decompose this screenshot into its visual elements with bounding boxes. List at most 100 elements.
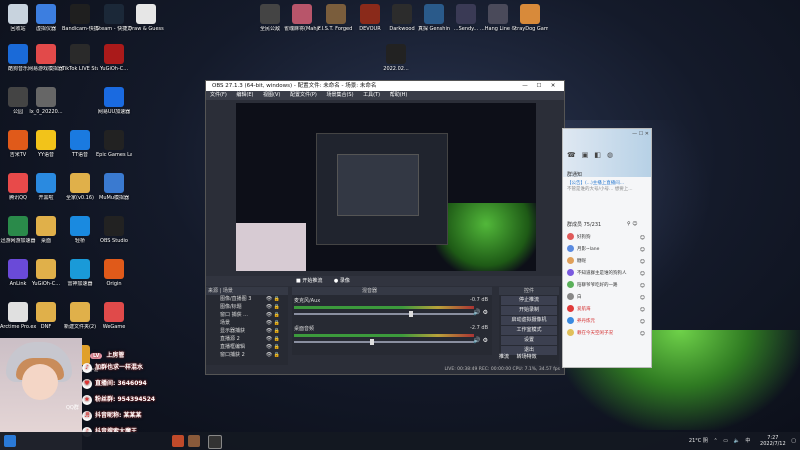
desktop-icon[interactable]: DNF bbox=[28, 302, 64, 330]
menu-view[interactable]: 视图(V) bbox=[263, 92, 280, 98]
volume-icon[interactable]: 🔈 bbox=[734, 438, 740, 444]
volume-knob[interactable] bbox=[409, 311, 414, 317]
member-row[interactable]: 月影~lane ☺ bbox=[567, 245, 647, 255]
desktop-icon[interactable]: 全家(v0.16) bbox=[62, 173, 98, 201]
obs-title-bar[interactable]: OBS 27.1.3 (64-bit, windows) - 配置文件: 未命名… bbox=[206, 81, 564, 91]
notification-icon[interactable]: ▢ bbox=[791, 438, 796, 444]
desktop-icon[interactable]: Steam - 快捷方式 bbox=[96, 4, 132, 32]
desktop-icon[interactable]: 桌面 bbox=[28, 216, 64, 244]
member-row[interactable]: 好狗狗 ☺ bbox=[567, 233, 647, 243]
member-row[interactable]: 爱航海 ☺ bbox=[567, 305, 647, 315]
desktop-icon[interactable]: Origin bbox=[96, 259, 132, 287]
settings-button[interactable]: 设置 bbox=[501, 336, 557, 345]
eye-lock-icon[interactable]: 👁 🔒 bbox=[266, 351, 280, 359]
record-toggle[interactable]: ● 录像 bbox=[334, 278, 350, 284]
minimize-button[interactable]: — bbox=[518, 81, 532, 91]
source-row[interactable]: 窗口捕获 2 👁 🔒 bbox=[206, 351, 288, 359]
start-recording-button[interactable]: 开始录制 bbox=[501, 306, 557, 315]
search-user-icon[interactable]: ⚲ ☺ bbox=[627, 221, 637, 227]
screen-share-icon[interactable]: ▣ bbox=[582, 151, 589, 159]
desktop-icon[interactable]: YY语音 bbox=[28, 130, 64, 158]
member-row[interactable]: 赖在今天空闲子况 ☺ bbox=[567, 329, 647, 339]
source-row[interactable]: 窗口 捕获 ... 👁 🔒 bbox=[206, 311, 288, 319]
tray-arrow-icon[interactable]: ⌃ bbox=[713, 438, 717, 444]
app-icon[interactable]: ◍ bbox=[607, 151, 613, 159]
volume-slider[interactable] bbox=[294, 313, 474, 315]
maximize-button[interactable]: ☐ bbox=[532, 81, 546, 91]
desktop-icon[interactable]: StrayDog Game bbox=[512, 4, 548, 32]
desktop-icon[interactable]: WeGame bbox=[96, 302, 132, 330]
desktop-icon[interactable]: ...Sendy... bbox=[448, 4, 484, 32]
desktop-icon[interactable]: 全民公敌 bbox=[252, 4, 288, 32]
volume-knob[interactable] bbox=[369, 339, 374, 345]
desktop-icon[interactable]: 2022.02... bbox=[378, 44, 414, 72]
clock[interactable]: 7:27 2022/7/12 bbox=[756, 435, 786, 447]
menu-edit[interactable]: 编辑(E) bbox=[236, 92, 253, 98]
desktop-icon[interactable]: 网易游戏模拟器工具 bbox=[28, 44, 64, 72]
desktop-icon[interactable]: 开黑啦 bbox=[28, 173, 64, 201]
desktop-icon[interactable]: F.I.S.T. Forged ... bbox=[318, 4, 354, 32]
menu-help[interactable]: 帮助(H) bbox=[390, 92, 408, 98]
desktop-icon[interactable]: 轻桥 bbox=[62, 216, 98, 244]
virtual-camera-button[interactable]: 启动虚拟摄像机 bbox=[501, 316, 557, 325]
phone-icon[interactable]: ☎ bbox=[567, 151, 576, 159]
eye-lock-icon[interactable]: 👁 🔒 bbox=[266, 335, 280, 343]
desktop-icon[interactable]: YuGiOh-C... bbox=[28, 259, 64, 287]
desktop-icon[interactable]: lx_0_20220... bbox=[28, 87, 64, 115]
member-row[interactable]: 白 ☺ bbox=[567, 293, 647, 303]
weather-widget[interactable]: 21°C 阴 bbox=[689, 438, 708, 444]
source-row[interactable]: 直播源 2 👁 🔒 bbox=[206, 335, 288, 343]
speaker-gear-icon[interactable]: 🔊 ⚙ bbox=[473, 309, 488, 316]
chat-minimize[interactable]: — bbox=[632, 131, 637, 137]
desktop-icon[interactable]: Epic Games Launcher bbox=[96, 130, 132, 158]
desktop-icon[interactable]: 雷神加速器 bbox=[62, 259, 98, 287]
group-notice[interactable]: 【公告】(...)主播上直播间... 不管是谁的大号/小号... 想要上... bbox=[567, 181, 647, 193]
eye-lock-icon[interactable]: 👁 🔒 bbox=[266, 303, 280, 311]
desktop-icon[interactable]: YuGiOh-C... bbox=[96, 44, 132, 72]
member-row[interactable]: 糖呢 ☺ bbox=[567, 257, 647, 267]
menu-tools[interactable]: 工具(T) bbox=[363, 92, 380, 98]
studio-mode-button[interactable]: 工作室模式 bbox=[501, 326, 557, 335]
taskbar-app-icon[interactable] bbox=[188, 435, 200, 447]
footer-transition-tab[interactable]: 转场特效 bbox=[517, 354, 537, 360]
taskbar-app-icon[interactable] bbox=[172, 435, 184, 447]
eye-lock-icon[interactable]: 👁 🔒 bbox=[266, 343, 280, 351]
source-row[interactable]: 图像/标题 👁 🔒 bbox=[206, 303, 288, 311]
obs-preview[interactable] bbox=[236, 103, 536, 271]
member-row[interactable]: 养丹炼元 ☺ bbox=[567, 317, 647, 327]
desktop-icon[interactable]: DEVOUR bbox=[352, 4, 388, 32]
start-stream-toggle[interactable]: ■ 开始推流 bbox=[296, 278, 322, 284]
member-row[interactable]: 不知道群主是谁的狗狗人 ☺ bbox=[567, 269, 647, 279]
eye-lock-icon[interactable]: 👁 🔒 bbox=[266, 295, 280, 303]
speaker-gear-icon[interactable]: 🔊 ⚙ bbox=[473, 337, 488, 344]
desktop-icon[interactable]: OBS Studio bbox=[96, 216, 132, 244]
desktop-icon[interactable]: Draw & Guess bbox=[128, 4, 164, 32]
desktop-icon[interactable]: MuMu模拟器 bbox=[96, 173, 132, 201]
obs-taskbar-icon[interactable] bbox=[208, 435, 222, 449]
desktop-icon[interactable]: TikTok LIVE Studio bbox=[62, 44, 98, 72]
desktop-icon[interactable]: 真探 Genshin bbox=[416, 4, 452, 32]
chat-close[interactable]: ✕ bbox=[645, 131, 649, 137]
desktop-icon[interactable]: Darkwood bbox=[384, 4, 420, 32]
window-icon[interactable]: ◧ bbox=[594, 151, 601, 159]
network-icon[interactable]: ▭ bbox=[723, 438, 728, 444]
source-row[interactable]: 图像/直播图 3 👁 🔒 bbox=[206, 295, 288, 303]
footer-stream-tab[interactable]: 推流 bbox=[499, 354, 509, 360]
menu-file[interactable]: 文件(F) bbox=[210, 92, 227, 98]
close-button[interactable]: ✕ bbox=[546, 81, 560, 91]
desktop-icon[interactable]: 网易UU加速器 bbox=[96, 87, 132, 115]
source-row[interactable]: 显示器捕获 👁 🔒 bbox=[206, 327, 288, 335]
eye-lock-icon[interactable]: 👁 🔒 bbox=[266, 319, 280, 327]
menu-scene-collection[interactable]: 场景集合(S) bbox=[326, 92, 353, 98]
start-icon[interactable] bbox=[4, 435, 16, 447]
eye-lock-icon[interactable]: 👁 🔒 bbox=[266, 311, 280, 319]
desktop-icon[interactable]: 雀魂麻将(Mahjong... bbox=[284, 4, 320, 32]
desktop-icon[interactable]: 新建文件夹(2) bbox=[62, 302, 98, 330]
desktop-icon[interactable]: Bandicam-快捷方式 bbox=[62, 4, 98, 32]
stop-streaming-button[interactable]: 停止推流 bbox=[501, 296, 557, 305]
desktop-icon[interactable]: 虚拟仪器 bbox=[28, 4, 64, 32]
member-row[interactable]: 陪聊爷爷吃好的一路 ☺ bbox=[567, 281, 647, 291]
chat-maximize[interactable]: ☐ bbox=[639, 131, 643, 137]
eye-lock-icon[interactable]: 👁 🔒 bbox=[266, 327, 280, 335]
source-row[interactable]: 场景 👁 🔒 bbox=[206, 319, 288, 327]
